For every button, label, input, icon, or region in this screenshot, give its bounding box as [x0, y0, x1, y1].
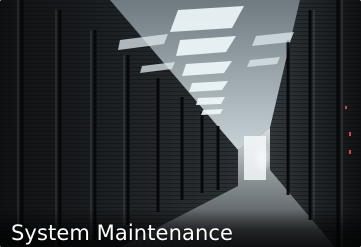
caption-bar: System Maintenance [0, 209, 361, 247]
tile-caption: System Maintenance [11, 221, 234, 245]
system-maintenance-tile[interactable]: System Maintenance [0, 0, 361, 247]
